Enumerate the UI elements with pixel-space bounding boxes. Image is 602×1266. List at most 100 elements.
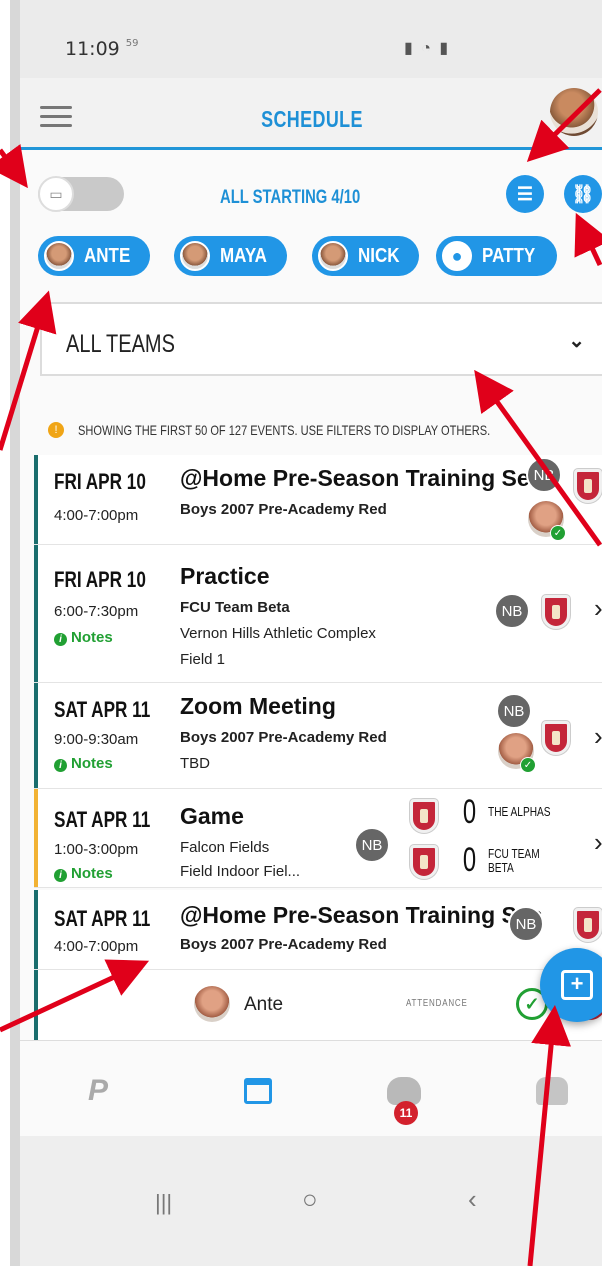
list-item[interactable] <box>34 888 602 968</box>
team-crest-icon <box>542 721 570 755</box>
attendance-player-name: Ante <box>244 994 284 1015</box>
sliders-icon: ☰ <box>516 183 534 204</box>
people-icon <box>536 1077 568 1105</box>
list-item[interactable]: FRI APR 10 6:00-7:30pm Notes Practice FC… <box>34 545 602 683</box>
away-team-name-line1: FCU TEAM <box>488 846 540 861</box>
event-team: FCU Team Beta <box>180 599 290 616</box>
list-item[interactable]: FRI APR 10 4:00-7:00pm @Home Pre-Season … <box>34 455 602 545</box>
recents-icon[interactable]: ||| <box>155 1190 172 1216</box>
menu-icon[interactable] <box>40 106 72 128</box>
event-date: SAT APR 11 <box>54 697 151 722</box>
chip-label: NICK <box>358 244 400 267</box>
calendar-plus-icon <box>561 970 593 1000</box>
attendance-row: Ante ATTENDANCE ✓ ✕ <box>34 970 602 1042</box>
share-link-button[interactable]: ⛓ <box>564 175 602 213</box>
event-accent <box>34 455 38 544</box>
coach-initials-badge: NB <box>354 827 390 863</box>
chip-label: ANTE <box>84 244 131 267</box>
coach-initials-badge: NB <box>494 593 530 629</box>
event-title: Zoom Meeting <box>180 693 336 719</box>
event-date: FRI APR 10 <box>54 469 146 494</box>
away-team-name-line2: BETA <box>488 860 514 875</box>
event-location: Falcon Fields <box>180 839 270 856</box>
filter-settings-button[interactable]: ☰ <box>506 175 544 213</box>
tab-schedule[interactable] <box>236 1069 280 1113</box>
events-info-text: SHOWING THE FIRST 50 OF 127 EVENTS. USE … <box>78 422 491 438</box>
brand-p-icon: P <box>87 1074 108 1107</box>
status-time: 11:09 59 <box>65 38 139 60</box>
events-info-banner: ! SHOWING THE FIRST 50 OF 127 EVENTS. US… <box>42 420 602 444</box>
phone-screen: 11:09 59 ▮ ◔ ▮ SCHEDULE ▭ ALL STARTING 4/… <box>10 0 602 1266</box>
status-bar: 11:09 59 ▮ ◔ ▮ <box>20 0 602 78</box>
chevron-right-icon: › <box>594 593 602 623</box>
chip-ante[interactable]: ANTE <box>38 236 151 276</box>
tab-team[interactable] <box>530 1069 574 1113</box>
messages-count-badge: 11 <box>394 1101 418 1125</box>
status-time-text: 11:09 <box>65 38 120 60</box>
event-time: 6:00-7:30pm <box>54 603 139 620</box>
coach-initials-badge: NB <box>526 457 562 493</box>
chip-label: MAYA <box>220 244 267 267</box>
link-icon: ⛓ <box>571 183 595 204</box>
event-notes-link[interactable]: Notes <box>54 755 113 772</box>
event-accent <box>34 970 38 1041</box>
avatar <box>44 241 74 271</box>
chip-patty[interactable]: ● PATTY <box>436 236 557 276</box>
event-accent <box>34 545 38 682</box>
event-title: Game <box>180 803 244 829</box>
event-location: Vernon Hills Athletic Complex <box>180 625 376 642</box>
avatar <box>318 241 348 271</box>
event-field: Field 1 <box>180 651 226 668</box>
event-title: @Home Pre-Season Training Sess <box>180 465 542 491</box>
event-team: Boys 2007 Pre-Academy Red <box>180 729 387 746</box>
event-notes-link[interactable]: Notes <box>54 629 113 646</box>
event-title: Practice <box>180 563 270 589</box>
back-icon[interactable]: ‹ <box>468 1184 477 1215</box>
chevron-right-icon: › <box>594 827 602 857</box>
date-range-label[interactable]: ALL STARTING 4/10 <box>220 187 360 209</box>
chevron-down-icon: ⌄ <box>568 330 585 352</box>
team-crest-icon <box>574 469 602 503</box>
chip-maya[interactable]: MAYA <box>174 236 288 276</box>
event-team: Boys 2007 Pre-Academy Red <box>180 501 387 518</box>
user-icon: ● <box>442 241 472 271</box>
event-date: FRI APR 10 <box>54 567 146 592</box>
event-location: TBD <box>180 755 210 772</box>
check-icon: ✓ <box>550 525 566 541</box>
app-bar: SCHEDULE <box>20 78 602 150</box>
event-time: 1:00-3:00pm <box>54 841 139 858</box>
list-item[interactable]: SAT APR 11 9:00-9:30am Notes Zoom Meetin… <box>34 683 602 789</box>
page-title: SCHEDULE <box>261 106 363 132</box>
player-avatar <box>194 986 230 1022</box>
tab-home[interactable]: P <box>76 1069 120 1113</box>
event-accent <box>34 683 38 788</box>
event-accent <box>34 789 38 887</box>
home-score: 0 <box>462 793 477 831</box>
team-crest-icon <box>542 595 570 629</box>
chip-nick[interactable]: NICK <box>312 236 419 276</box>
info-icon: ! <box>48 422 64 438</box>
profile-avatar[interactable] <box>550 88 598 136</box>
away-crest-icon <box>410 845 438 879</box>
status-extra: 59 <box>125 38 139 49</box>
calendar-view-toggle[interactable]: ▭ <box>38 176 124 212</box>
event-notes-link[interactable]: Notes <box>54 865 113 882</box>
calendar-icon: ▭ <box>38 176 74 212</box>
team-filter-value: ALL TEAMS <box>66 330 175 358</box>
home-icon[interactable]: ○ <box>302 1184 318 1215</box>
chip-label: PATTY <box>482 244 536 267</box>
home-crest-icon <box>410 799 438 833</box>
event-time: 4:00-7:00pm <box>54 507 139 524</box>
family-member-chips: ANTE MAYA NICK ● PATTY <box>34 236 602 280</box>
bottom-tab-bar: P 11 <box>20 1040 602 1136</box>
schedule-toolbar: ▭ ALL STARTING 4/10 ☰ ⛓ <box>20 150 602 230</box>
team-filter-select[interactable]: ALL TEAMS ⌄ <box>40 302 602 376</box>
android-nav-bar: ||| ○ ‹ <box>20 1136 602 1266</box>
event-field: Field Indoor Fiel... <box>180 863 301 880</box>
check-icon: ✓ <box>520 757 536 773</box>
system-icons: ▮ ◔ ▮ <box>404 40 451 57</box>
coach-initials-badge: NB <box>496 693 532 729</box>
event-time: 9:00-9:30am <box>54 731 139 748</box>
home-team-name: THE ALPHAS <box>488 804 551 819</box>
list-item[interactable]: SAT APR 11 1:00-3:00pm Notes Game Falcon… <box>34 789 602 888</box>
